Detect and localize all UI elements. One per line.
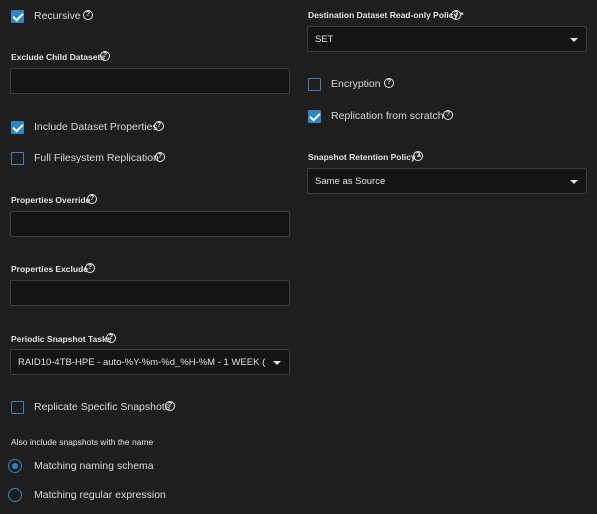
full-filesystem-replication-checkbox[interactable] — [11, 152, 24, 165]
chevron-down-icon — [273, 361, 281, 365]
include-dataset-properties-checkbox[interactable] — [11, 121, 24, 134]
destination-readonly-policy-select[interactable]: SET — [307, 26, 587, 52]
replication-from-scratch-label: Replication from scratch — [331, 110, 444, 122]
properties-override-input[interactable] — [10, 211, 290, 237]
exclude-child-datasets-input[interactable] — [10, 68, 290, 94]
exclude-child-datasets-help-icon[interactable]: ? — [100, 51, 110, 61]
replicate-specific-snapshots-label: Replicate Specific Snapshots — [34, 401, 170, 413]
matching-regular-expression-label: Matching regular expression — [34, 489, 166, 501]
recursive-help-icon[interactable]: ? — [83, 10, 93, 20]
matching-naming-schema-label: Matching naming schema — [34, 460, 154, 472]
properties-exclude-input[interactable] — [10, 280, 290, 306]
recursive-label: Recursive — [34, 10, 81, 22]
full-filesystem-replication-label: Full Filesystem Replication — [34, 152, 159, 164]
matching-naming-schema-radio[interactable] — [8, 459, 22, 473]
destination-readonly-policy-help-icon[interactable]: ? — [451, 10, 461, 20]
replicate-specific-snapshots-checkbox[interactable] — [11, 401, 24, 414]
snapshot-retention-policy-value: Same as Source — [315, 176, 386, 187]
also-include-snapshots-label: Also include snapshots with the name — [11, 437, 154, 447]
snapshot-retention-policy-help-icon[interactable]: ? — [413, 151, 423, 161]
destination-readonly-policy-value: SET — [315, 34, 334, 45]
snapshot-retention-policy-text: Snapshot Retention Policy — [308, 152, 416, 162]
matching-regular-expression-radio[interactable] — [8, 488, 22, 502]
properties-exclude-help-icon[interactable]: ? — [85, 263, 95, 273]
encryption-label: Encryption — [331, 78, 381, 90]
snapshot-retention-policy-select[interactable]: Same as Source — [307, 168, 587, 194]
periodic-snapshot-tasks-label: Periodic Snapshot Tasks — [11, 334, 112, 344]
replication-from-scratch-checkbox[interactable] — [308, 110, 321, 123]
properties-exclude-label: Properties Exclude — [11, 264, 89, 274]
full-filesystem-replication-help-icon[interactable]: ? — [155, 152, 165, 162]
include-dataset-properties-label: Include Dataset Properties — [34, 121, 158, 133]
periodic-snapshot-tasks-select[interactable]: RAID10-4TB-HPE - auto-%Y-%m-%d_%H-%M - 1… — [10, 349, 290, 375]
include-dataset-properties-help-icon[interactable]: ? — [154, 121, 164, 131]
destination-readonly-policy-text: Destination Dataset Read-only Policy — [308, 10, 459, 20]
periodic-snapshot-tasks-help-icon[interactable]: ? — [106, 333, 116, 343]
encryption-checkbox[interactable] — [308, 78, 321, 91]
destination-readonly-policy-label: Destination Dataset Read-only Policy * — [308, 9, 464, 21]
properties-override-help-icon[interactable]: ? — [87, 194, 97, 204]
properties-override-label: Properties Override — [11, 195, 91, 205]
replicate-specific-snapshots-help-icon[interactable]: ? — [165, 401, 175, 411]
replication-from-scratch-help-icon[interactable]: ? — [443, 110, 453, 120]
exclude-child-datasets-label: Exclude Child Datasets — [11, 52, 106, 62]
chevron-down-icon — [570, 180, 578, 184]
encryption-help-icon[interactable]: ? — [384, 78, 394, 88]
periodic-snapshot-tasks-value: RAID10-4TB-HPE - auto-%Y-%m-%d_%H-%M - 1… — [18, 357, 266, 368]
recursive-checkbox[interactable] — [11, 10, 24, 23]
snapshot-retention-policy-label: Snapshot Retention Policy * — [308, 151, 421, 163]
chevron-down-icon — [570, 38, 578, 42]
